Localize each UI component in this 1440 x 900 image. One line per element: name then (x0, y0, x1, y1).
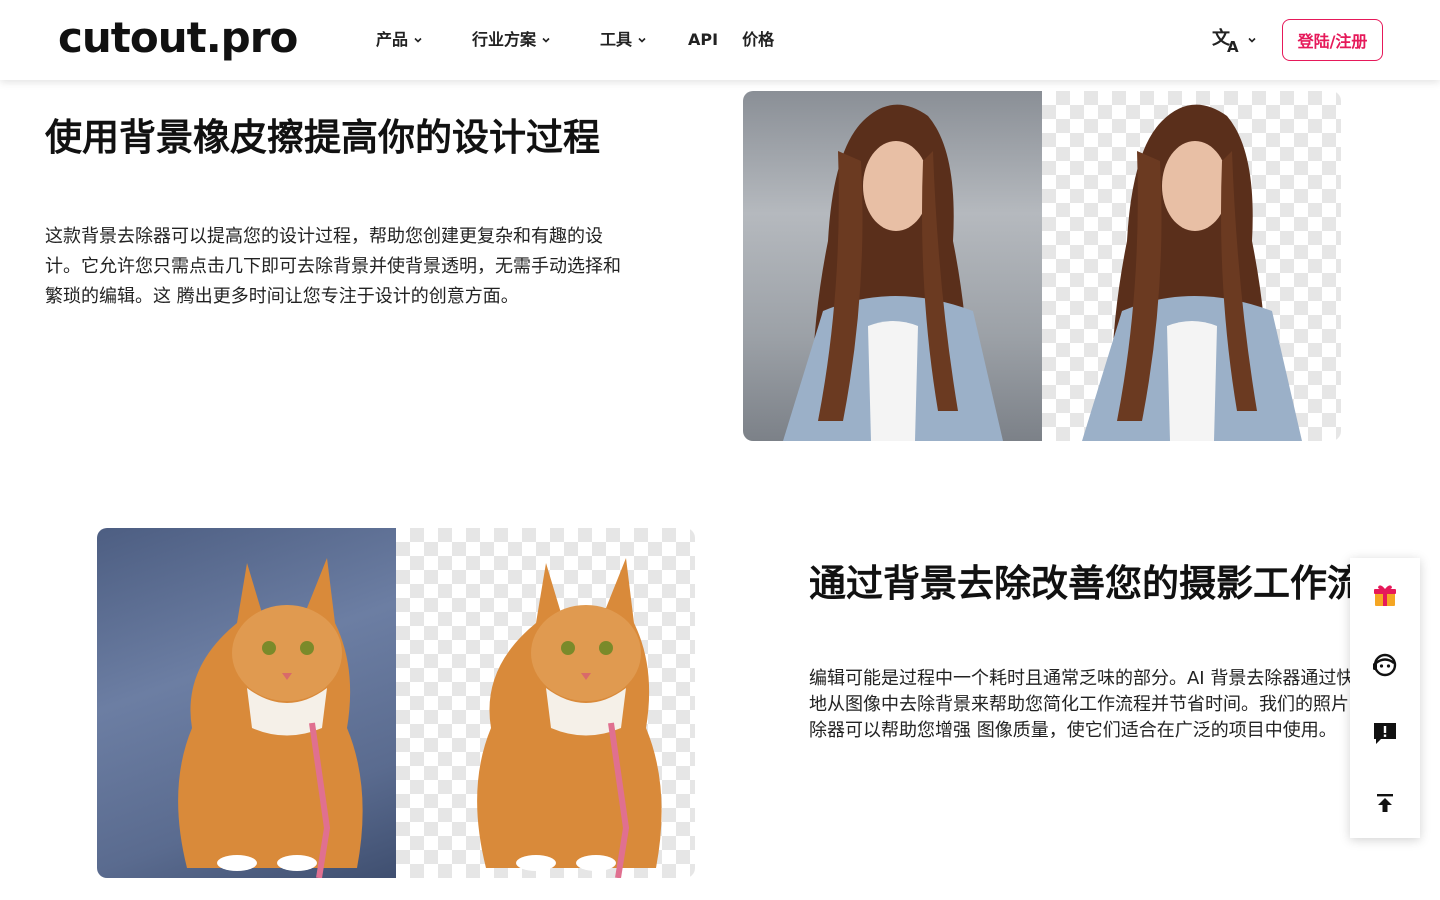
cat-comparison-image (97, 528, 695, 878)
chevron-down-icon (1248, 37, 1256, 43)
woman-cutout-image (1042, 91, 1341, 441)
nav-pricing[interactable]: 价格 (742, 28, 774, 52)
chevron-down-icon (414, 37, 422, 43)
section1-title: 使用背景橡皮擦提高你的设计过程 (45, 116, 600, 159)
back-to-top-button[interactable] (1350, 768, 1420, 838)
woman-figure (1082, 104, 1302, 441)
cat-original-image (97, 528, 396, 878)
nav-products-label: 产品 (376, 30, 409, 49)
nav-api[interactable]: API (688, 28, 718, 52)
gift-button[interactable] (1350, 560, 1420, 630)
nav-tools[interactable]: 工具 (600, 28, 648, 52)
support-agent-icon (1373, 653, 1397, 677)
nav-products[interactable]: 产品 (376, 28, 424, 52)
section1-description: 这款背景去除器可以提高您的设计过程，帮助您创建更复杂和有趣的设计。它允许您只需点… (45, 226, 621, 307)
svg-text:A: A (1227, 38, 1239, 54)
cat-figure (477, 558, 662, 878)
nav-api-label: API (688, 30, 719, 49)
login-register-button[interactable]: 登陆/注册 (1282, 19, 1383, 61)
language-selector[interactable]: 文 A (1212, 26, 1258, 54)
woman-comparison-image (743, 91, 1341, 441)
logo[interactable]: cutout.pro (58, 14, 298, 62)
woman-figure (783, 104, 1003, 441)
chevron-down-icon (638, 37, 646, 43)
chevron-down-icon (542, 37, 550, 43)
nav-tools-label: 工具 (600, 30, 633, 49)
feedback-icon (1374, 723, 1396, 744)
cat-cutout-image (396, 528, 695, 878)
support-button[interactable] (1350, 630, 1420, 700)
nav-solutions[interactable]: 行业方案 (472, 28, 552, 52)
nav-pricing-label: 价格 (742, 30, 775, 49)
section2-description: 编辑可能是过程中一个耗时且通常乏味的部分。AI 背景去除器通过快速轻松地从图像中… (809, 668, 1409, 741)
cat-figure (178, 558, 363, 878)
main-nav: 产品 行业方案 工具 API 价格 (376, 28, 814, 52)
section2-title: 通过背景去除改善您的摄影工作流程 (809, 562, 1401, 605)
woman-original-image (743, 91, 1042, 441)
top-header: cutout.pro 产品 行业方案 工具 API 价格 文 A 登陆/注册 (0, 0, 1440, 80)
feedback-button[interactable] (1350, 698, 1420, 768)
nav-solutions-label: 行业方案 (472, 30, 537, 49)
translate-icon: 文 A (1212, 27, 1239, 54)
back-to-top-icon (1377, 794, 1393, 812)
gift-icon (1374, 585, 1396, 606)
floating-toolbar (1350, 558, 1420, 838)
